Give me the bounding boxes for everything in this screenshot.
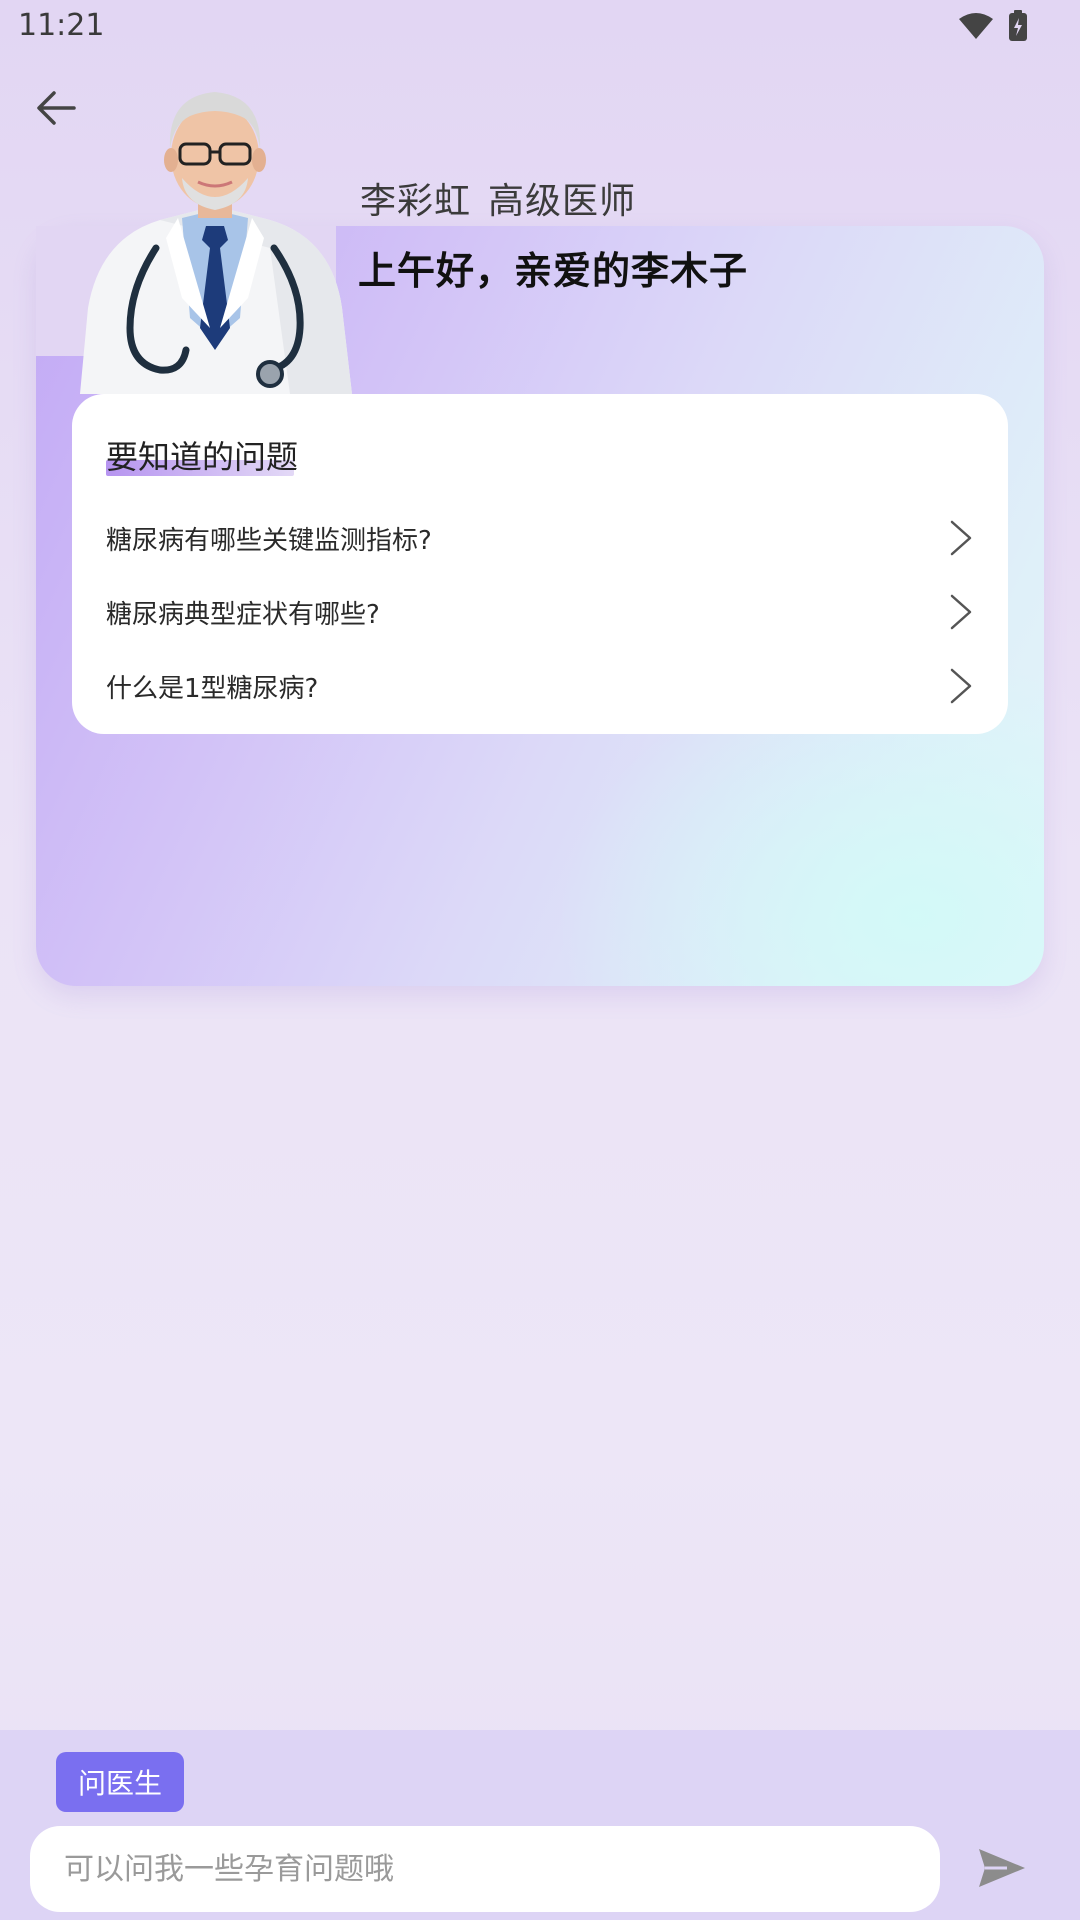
chevron-right-icon bbox=[946, 592, 976, 632]
send-icon bbox=[977, 1846, 1027, 1894]
panel-title: 要知道的问题 bbox=[106, 438, 299, 476]
panel-title-wrap: 要知道的问题 bbox=[106, 432, 298, 478]
battery-icon bbox=[1008, 10, 1028, 46]
greeting-text: 上午好，亲爱的李木子 bbox=[358, 249, 749, 293]
chevron-right-icon bbox=[946, 518, 976, 558]
chat-input[interactable] bbox=[30, 1826, 940, 1912]
question-label: 糖尿病典型症状有哪些? bbox=[106, 599, 380, 630]
doctor-name: 李彩虹 bbox=[360, 181, 472, 222]
status-icons bbox=[958, 10, 1028, 46]
send-button[interactable] bbox=[972, 1840, 1032, 1900]
chevron-right-icon bbox=[946, 666, 976, 706]
status-time: 11:21 bbox=[18, 8, 105, 43]
status-bar: 11:21 bbox=[0, 0, 1080, 52]
question-item[interactable]: 糖尿病有哪些关键监测指标? bbox=[106, 510, 976, 566]
ask-doctor-tag[interactable]: 问医生 bbox=[56, 1752, 184, 1812]
bottom-bar: 问医生 bbox=[0, 1730, 1080, 1920]
question-label: 什么是1型糖尿病? bbox=[106, 673, 319, 704]
question-item[interactable]: 糖尿病典型症状有哪些? bbox=[106, 584, 976, 640]
questions-panel: 要知道的问题 糖尿病有哪些关键监测指标? 糖尿病典型症状有哪些? 什么是1型糖尿… bbox=[72, 394, 1008, 734]
wifi-icon bbox=[958, 11, 994, 45]
question-label: 糖尿病有哪些关键监测指标? bbox=[106, 525, 432, 556]
doctor-title: 高级医师 bbox=[488, 181, 637, 222]
doctor-avatar bbox=[70, 78, 360, 394]
question-item[interactable]: 什么是1型糖尿病? bbox=[106, 658, 976, 714]
